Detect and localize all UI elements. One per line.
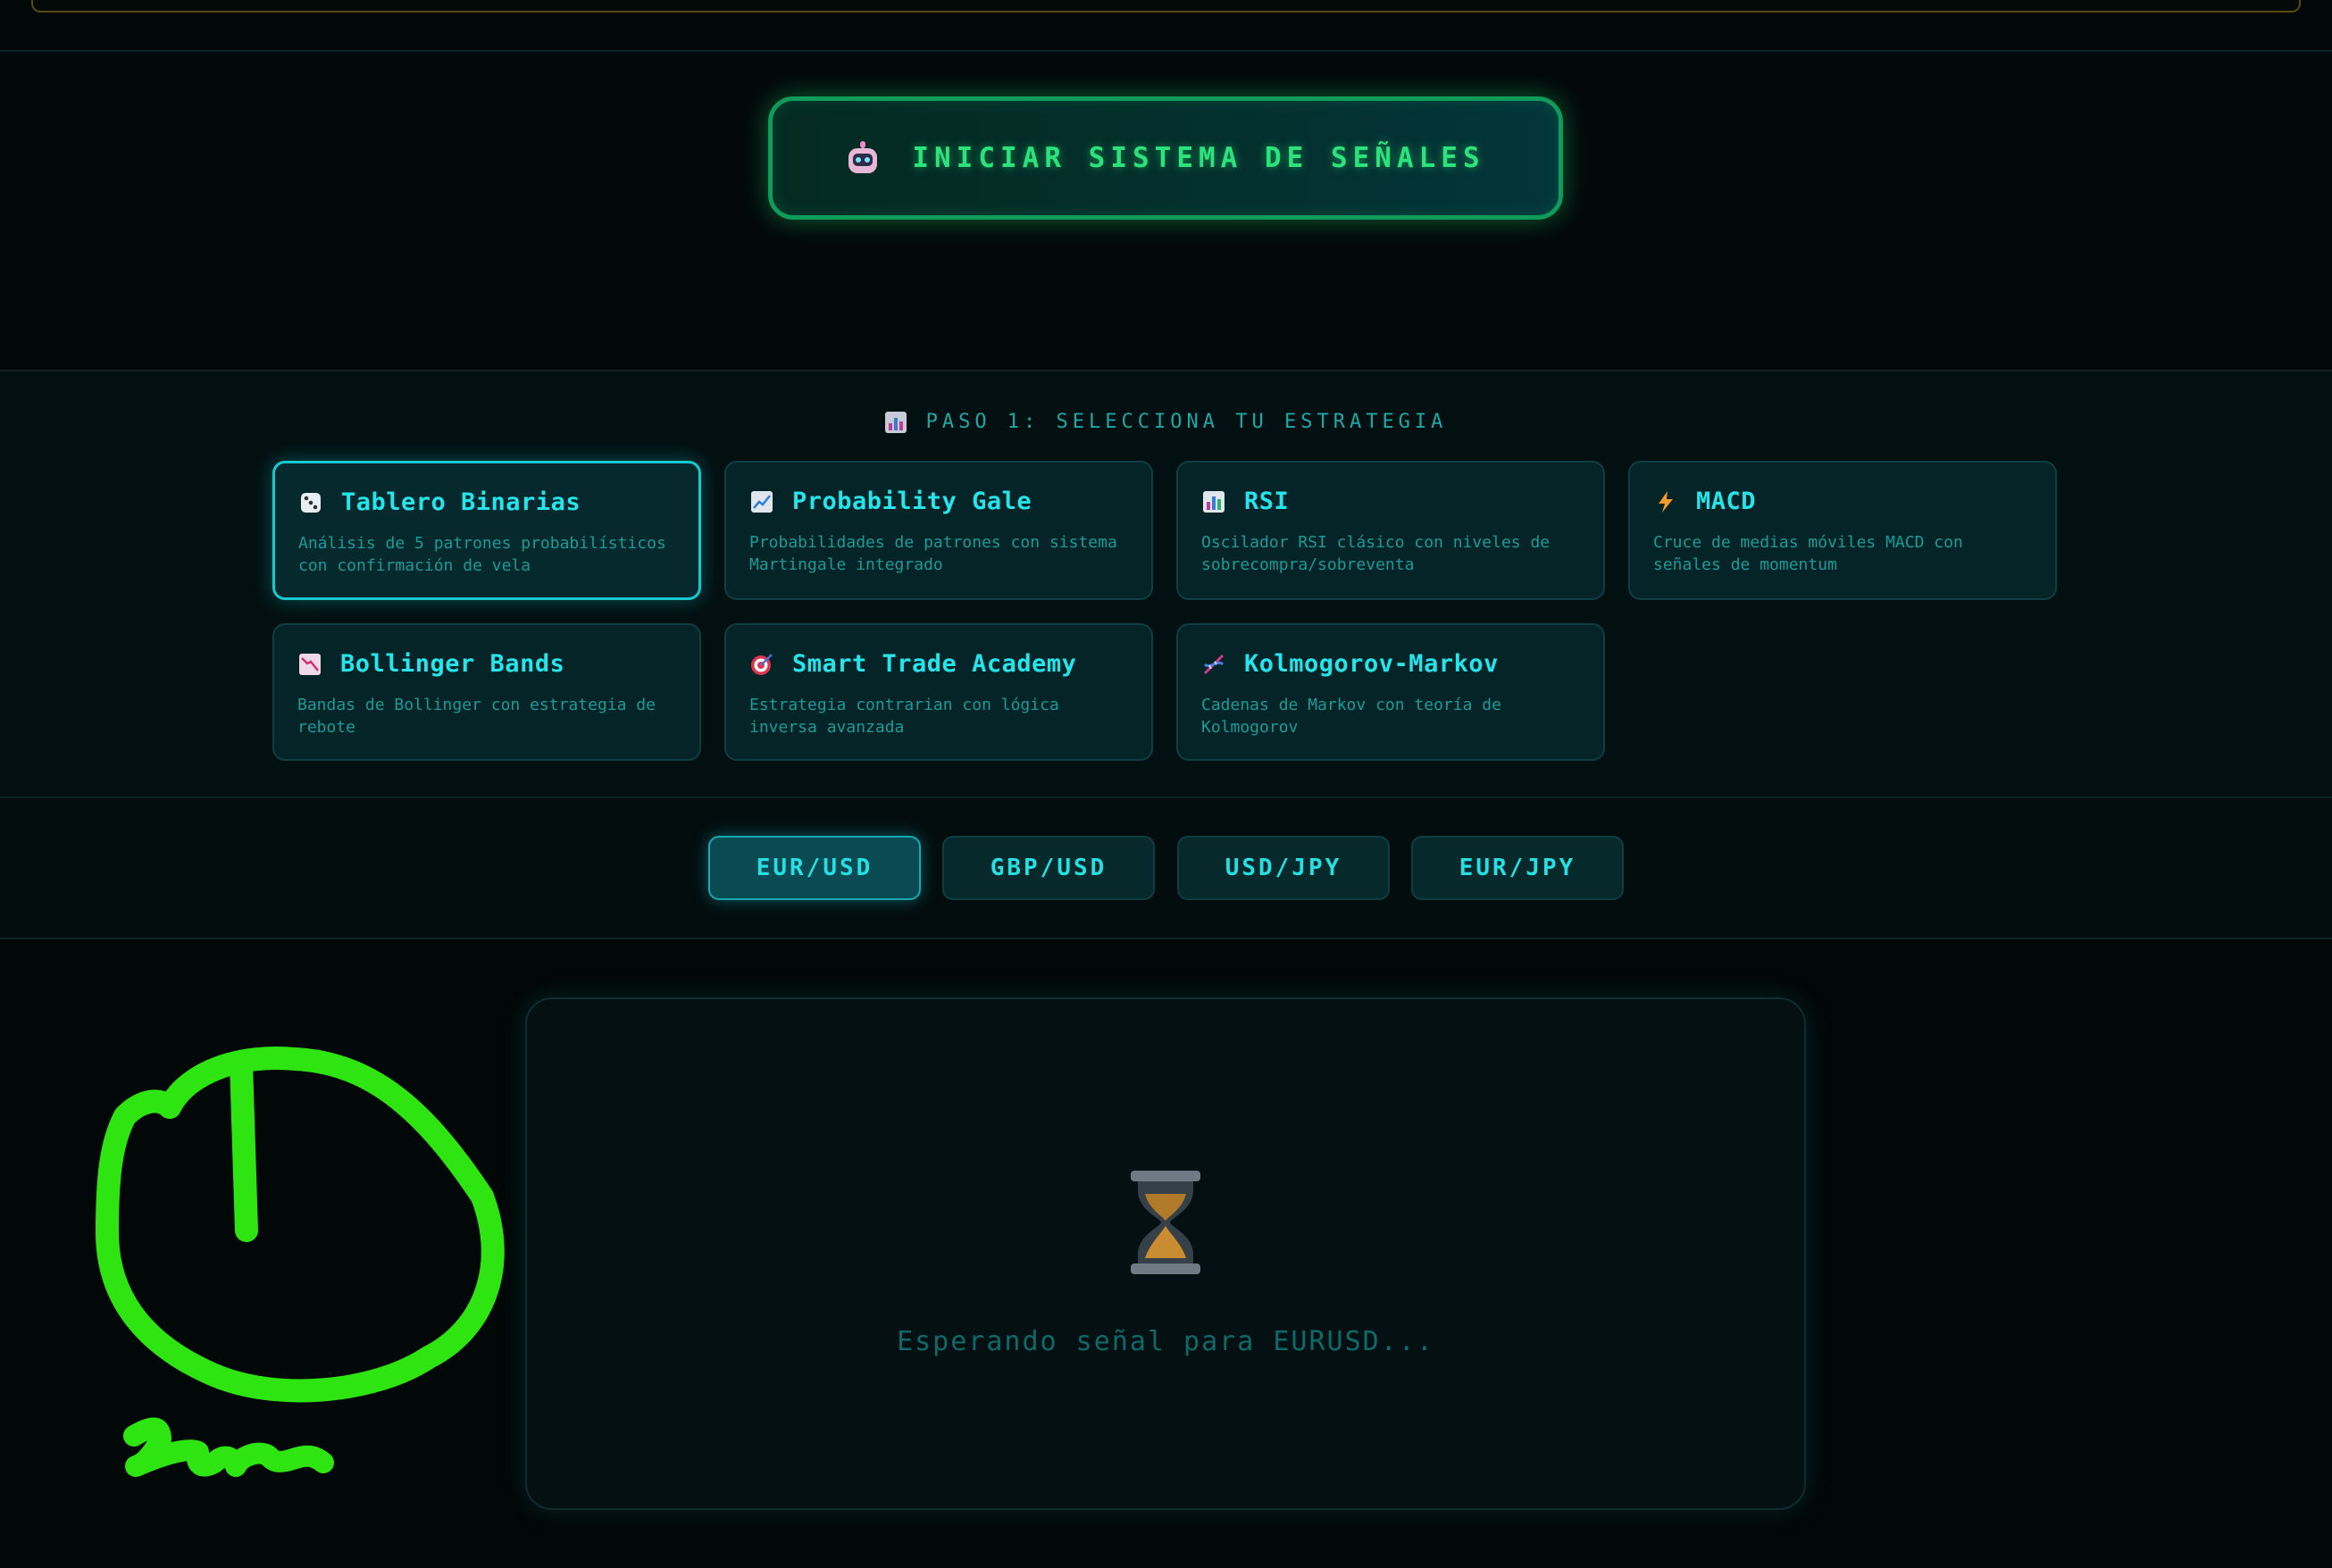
card-title: Bollinger Bands — [340, 650, 565, 678]
strategy-card-rsi[interactable]: RSI Oscilador RSI clásico con niveles de… — [1176, 461, 1605, 600]
pair-button-gbp-usd[interactable]: GBP/USD — [942, 836, 1155, 900]
divider — [0, 938, 2332, 939]
start-button-label: INICIAR SISTEMA DE SEÑALES — [912, 142, 1485, 174]
card-description: Probabilidades de patrones con sistema M… — [749, 533, 1117, 574]
chart-up-icon — [751, 490, 773, 513]
strategy-card-tablero-binarias[interactable]: Tablero Binarias Análisis de 5 patrones … — [272, 461, 701, 600]
step-title: PASO 1: SELECCIONA TU ESTRATEGIA — [0, 411, 2332, 433]
card-title: Smart Trade Academy — [792, 650, 1077, 678]
card-title: MACD — [1696, 488, 1757, 515]
pair-button-usd-jpy[interactable]: USD/JPY — [1177, 836, 1390, 900]
strategy-card-macd[interactable]: MACD Cruce de medias móviles MACD con se… — [1628, 461, 2057, 600]
robot-icon — [846, 141, 880, 175]
pair-button-eur-jpy[interactable]: EUR/JPY — [1411, 836, 1624, 900]
card-title: Probability Gale — [792, 488, 1032, 515]
bar-chart-icon — [1203, 490, 1225, 513]
start-section: INICIAR SISTEMA DE SEÑALES — [0, 52, 2332, 370]
card-title: Kolmogorov-Markov — [1244, 650, 1499, 678]
step-title-text: PASO 1: SELECCIONA TU ESTRATEGIA — [925, 411, 1448, 433]
strategy-card-kolmogorov-markov[interactable]: Kolmogorov-Markov Cadenas de Markov con … — [1176, 623, 1605, 761]
card-title: RSI — [1244, 488, 1290, 515]
hand-drawn-annotation — [96, 1047, 505, 1477]
card-title: Tablero Binarias — [341, 488, 581, 516]
dice-icon — [301, 492, 321, 513]
hourglass-icon — [1131, 1171, 1200, 1274]
signal-display: Esperando señal para EURUSD... — [525, 997, 1806, 1510]
strategy-section: PASO 1: SELECCIONA TU ESTRATEGIA Tablero… — [0, 371, 2332, 797]
strategy-card-bollinger-bands[interactable]: Bollinger Bands Bandas de Bollinger con … — [272, 623, 701, 761]
target-icon — [751, 653, 773, 675]
card-description: Cruce de medias móviles MACD con señales… — [1653, 533, 1963, 574]
strategy-card-smart-trade-academy[interactable]: Smart Trade Academy Estrategia contraria… — [724, 623, 1153, 761]
chart-down-icon — [299, 653, 321, 675]
start-signals-button[interactable]: INICIAR SISTEMA DE SEÑALES — [768, 96, 1563, 220]
pair-button-eur-usd[interactable]: EUR/USD — [708, 836, 921, 900]
card-description: Cadenas de Markov con teoría de Kolmogor… — [1201, 696, 1501, 737]
currency-pairs: EUR/USD GBP/USD USD/JPY EUR/JPY — [0, 798, 2332, 938]
dna-icon — [1203, 654, 1225, 674]
strategy-card-probability-gale[interactable]: Probability Gale Probabilidades de patro… — [724, 461, 1153, 600]
waiting-signal-text: Esperando señal para EURUSD... — [897, 1326, 1434, 1357]
card-description: Análisis de 5 patrones probabilísticos c… — [298, 534, 666, 575]
card-description: Bandas de Bollinger con estrategia de re… — [297, 696, 656, 737]
top-panel-edge — [31, 0, 2301, 13]
card-description: Oscilador RSI clásico con niveles de sob… — [1201, 533, 1550, 574]
bar-chart-icon — [884, 411, 907, 433]
lightning-icon — [1659, 490, 1673, 513]
card-description: Estrategia contrarian con lógica inversa… — [749, 696, 1059, 737]
